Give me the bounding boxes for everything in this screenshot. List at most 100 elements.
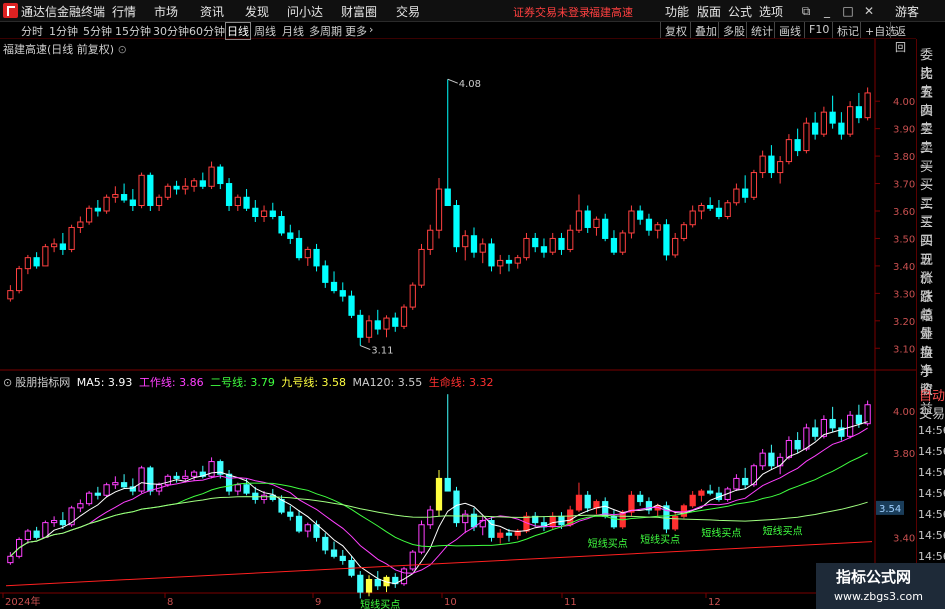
candle-up [304, 248, 311, 259]
candle-up [138, 174, 145, 207]
kline-chart[interactable]: 4.00 3.90 3.80 3.70 3.60 3.50 3.40 3.30 3.20 3.10… [0, 39, 916, 609]
candle-down [707, 205, 714, 209]
ind-candle [847, 414, 854, 437]
candle-down [540, 246, 548, 253]
settings-circle-icon[interactable]: ⊙ [118, 43, 127, 56]
legend-line4: 生命线: 3.32 [428, 376, 494, 389]
app-logo-icon [3, 3, 18, 18]
ind-candle [864, 404, 871, 425]
candle-down [532, 237, 539, 248]
period-15min[interactable]: 15分钟 [114, 23, 152, 39]
user-guest[interactable]: 游客 [895, 3, 919, 20]
candle-up [575, 210, 583, 231]
period-monthly[interactable]: 月线 [281, 23, 305, 39]
period-1min[interactable]: 1分钟 [48, 23, 79, 39]
ind-candle [138, 467, 145, 492]
candle-down [663, 224, 670, 256]
period-5min[interactable]: 5分钟 [82, 23, 113, 39]
candle-up [803, 122, 810, 152]
ind-candle [287, 511, 294, 517]
watermark: 指标公式网 www.zbgs3.com [816, 563, 945, 609]
indicator-legend: ⊙ 股朋指标网 MA5: 3.93 工作线: 3.86 二号线: 3.79 九号线… [3, 374, 496, 390]
candle-up [733, 188, 740, 204]
candle-up [593, 218, 600, 228]
period-30min[interactable]: 30分钟 [152, 23, 190, 39]
period-multi[interactable]: 多周期 [308, 23, 343, 39]
menu-news[interactable]: 资讯 [200, 3, 224, 20]
candle-up [759, 155, 766, 174]
statistics-button[interactable]: 统计 [746, 22, 777, 38]
candle-up [260, 210, 268, 217]
period-timeshare[interactable]: 分时 [20, 23, 44, 39]
auto-trade-label[interactable]: 自动 [919, 385, 945, 404]
candle-up [112, 194, 119, 198]
adjust-button[interactable]: 复权 [660, 22, 691, 38]
menu-layout[interactable]: 版面 [697, 3, 721, 20]
price-tick-label: 3.10 [893, 344, 915, 355]
candle-up [418, 248, 425, 286]
mark-button[interactable]: 标记 [832, 22, 863, 38]
title-bar: 通达信金融终端 行情 市场 资讯 发现 问小达 财富圈 交易 证券交易未登录 福… [0, 0, 945, 22]
ind-candle [24, 530, 31, 540]
overlay-button[interactable]: 叠加 [690, 22, 721, 38]
candle-down [199, 180, 206, 187]
x-tick-label: 9 [315, 597, 321, 608]
period-daily[interactable]: 日线 [225, 22, 251, 40]
candle-down [453, 205, 460, 248]
menu-ask-xiaoda[interactable]: 问小达 [287, 3, 323, 20]
candle-down [488, 243, 495, 267]
ind-candle [295, 515, 303, 532]
ind-candle [785, 440, 793, 458]
candle-up [164, 185, 171, 198]
chevron-right-icon[interactable]: › [368, 23, 374, 36]
draw-line-button[interactable]: 画线 [774, 22, 805, 38]
restore-icon[interactable]: ⧉ [797, 2, 815, 20]
gear-icon[interactable]: ⊙ [3, 376, 12, 389]
period-weekly[interactable]: 周线 [253, 23, 277, 39]
period-more[interactable]: 更多 [344, 23, 368, 39]
trade-login-status[interactable]: 证券交易未登录 [513, 4, 590, 20]
menu-formula[interactable]: 公式 [728, 3, 752, 20]
candle-up [103, 196, 110, 212]
ind-candle [322, 536, 329, 551]
legend-line3: 九号线: 3.58 [281, 376, 347, 389]
price-tick-label: 4.00 [893, 97, 915, 108]
ind-candle [173, 475, 180, 479]
multi-stock-button[interactable]: 多股 [718, 22, 749, 38]
period-60min[interactable]: 60分钟 [188, 23, 226, 39]
candle-down [715, 207, 723, 217]
menu-market[interactable]: 市场 [154, 3, 178, 20]
watermark-name: 指标公式网 [836, 568, 912, 586]
ind-candle [698, 490, 705, 496]
candle-down [129, 199, 136, 207]
f10-button[interactable]: F10 [804, 22, 833, 38]
high-pointer [447, 78, 458, 84]
ind-candle [575, 494, 583, 511]
menu-wealth-circle[interactable]: 财富圈 [341, 3, 377, 20]
candle-up [549, 237, 556, 253]
price-tick-label: 3.60 [893, 207, 915, 218]
menu-discover[interactable]: 发现 [245, 3, 269, 20]
menu-options[interactable]: 选项 [759, 3, 783, 20]
menu-quotes[interactable]: 行情 [112, 3, 136, 20]
ind-candle [147, 467, 154, 492]
close-icon[interactable]: ✕ [860, 2, 878, 20]
indicator-name[interactable]: 股朋指标网 [15, 376, 70, 389]
trade-label[interactable]: 交易 [919, 403, 945, 422]
candle-up [365, 320, 373, 338]
candle-down [173, 185, 180, 190]
minimize-icon[interactable]: _ [818, 2, 836, 20]
ind-candle [742, 477, 749, 486]
menu-trade[interactable]: 交易 [396, 3, 420, 20]
ind-candle [400, 568, 408, 585]
back-button[interactable]: 返回 [890, 22, 916, 54]
candle-up [698, 205, 705, 212]
ind-candle [803, 427, 810, 450]
price-tick-label: 3.20 [893, 317, 915, 328]
maximize-icon[interactable]: □ [839, 2, 857, 20]
menu-function[interactable]: 功能 [665, 3, 689, 20]
candle-down [120, 194, 128, 201]
ind-candle [418, 524, 425, 553]
candle-up [400, 306, 408, 327]
ind-candle [33, 530, 40, 538]
